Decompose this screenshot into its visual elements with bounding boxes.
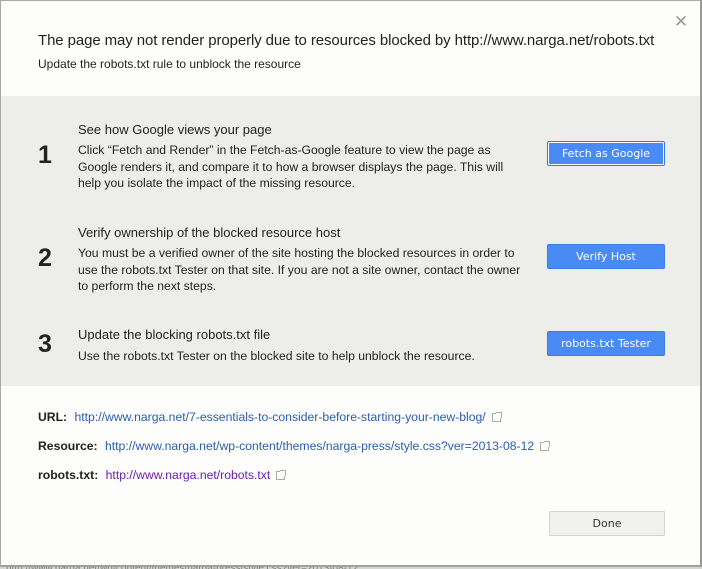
step-number: 3	[38, 330, 52, 358]
url-link[interactable]: http://www.narga.net/7-essentials-to-con…	[75, 410, 486, 424]
dialog-subtitle: Update the robots.txt rule to unblock th…	[38, 57, 301, 71]
info-row-resource: Resource: http://www.narga.net/wp-conten…	[38, 439, 551, 453]
step-description: You must be a verified owner of the site…	[78, 246, 521, 293]
step-title: Update the blocking robots.txt file	[78, 327, 271, 342]
external-link-icon[interactable]	[491, 412, 502, 422]
robots-txt-tester-button[interactable]: robots.txt Tester	[547, 331, 665, 356]
step-description: Click “Fetch and Render” in the Fetch-as…	[78, 143, 504, 190]
external-link-icon[interactable]	[276, 470, 287, 480]
info-row-url: URL: http://www.narga.net/7-essentials-t…	[38, 410, 502, 424]
info-row-robots: robots.txt: http://www.narga.net/robots.…	[38, 468, 287, 482]
verify-host-button[interactable]: Verify Host	[547, 244, 665, 269]
step-title: Verify ownership of the blocked resource…	[78, 225, 341, 240]
step-number: 1	[38, 141, 52, 169]
dialog-title: The page may not render properly due to …	[38, 32, 655, 49]
resource-link[interactable]: http://www.narga.net/wp-content/themes/n…	[105, 439, 534, 453]
step-title: See how Google views your page	[78, 122, 272, 137]
blocked-resources-dialog: ✕ The page may not render properly due t…	[0, 0, 702, 567]
external-link-icon[interactable]	[540, 441, 551, 451]
fetch-as-google-button[interactable]: Fetch as Google	[547, 141, 665, 166]
step-number: 2	[38, 244, 52, 272]
steps-panel: 1 See how Google views your page Click “…	[1, 96, 700, 386]
robots-txt-link[interactable]: http://www.narga.net/robots.txt	[106, 468, 271, 482]
info-label: URL:	[38, 410, 68, 424]
done-button[interactable]: Done	[549, 511, 665, 536]
info-label: robots.txt:	[38, 468, 99, 482]
step-description: Use the robots.txt Tester on the blocked…	[78, 349, 475, 363]
info-label: Resource:	[38, 439, 98, 453]
close-icon[interactable]: ✕	[673, 13, 689, 30]
